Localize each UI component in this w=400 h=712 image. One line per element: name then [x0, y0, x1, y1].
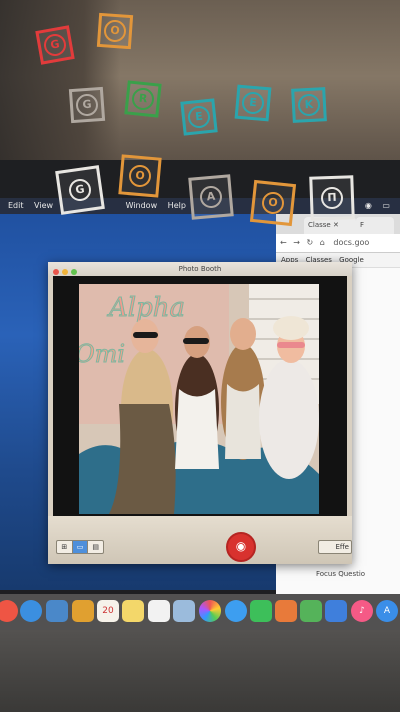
forward-icon[interactable]: →	[293, 238, 300, 247]
letter-text: G	[75, 93, 99, 117]
letter-tile: G	[55, 165, 105, 215]
letter-tile: Π	[309, 175, 355, 221]
letter-tile: O	[118, 154, 162, 198]
group-photo-illustration: Alpha Omi	[79, 284, 319, 514]
menu-window[interactable]: Window	[126, 198, 158, 214]
camera-view: Alpha Omi	[53, 276, 347, 516]
dock: 20 ♪ A	[0, 594, 400, 630]
music-icon[interactable]: ♪	[351, 600, 373, 622]
letter-text: O	[260, 190, 286, 216]
layout-segmented-control: ⊞ ▭ ▤	[56, 540, 104, 554]
menu-help[interactable]: Help	[168, 198, 186, 214]
facetime-icon[interactable]	[250, 600, 272, 622]
minimize-button[interactable]	[62, 269, 68, 275]
browser-address-bar[interactable]: ← → ↻ ⌂ docs.goo	[276, 234, 400, 253]
letter-text: G	[67, 177, 93, 203]
browser-footer-text: Focus Questio	[316, 570, 366, 578]
video-view-icon[interactable]: ▤	[88, 541, 103, 553]
messages-icon[interactable]	[225, 600, 247, 622]
zoom-button[interactable]	[71, 269, 77, 275]
letter-text: Π	[320, 186, 344, 210]
effects-button[interactable]: Effe	[318, 540, 352, 554]
letter-tile: K	[291, 87, 327, 123]
calendar-day: 20	[102, 606, 114, 616]
banner-text-alpha: Alpha	[107, 293, 185, 323]
single-view-icon[interactable]: ▭	[72, 541, 89, 553]
tab-label: Classe	[308, 221, 331, 229]
keynote-icon[interactable]	[325, 600, 347, 622]
letter-tile: G	[68, 86, 106, 124]
address-text: docs.goo	[333, 238, 370, 247]
letter-tile: O	[96, 12, 134, 50]
photo-booth-title: Photo Booth	[178, 265, 222, 273]
letter-tile: O	[249, 179, 297, 227]
chrome-icon[interactable]	[0, 600, 18, 622]
letter-text: E	[186, 104, 212, 130]
contacts-icon[interactable]	[72, 600, 94, 622]
laptop-base	[0, 630, 400, 712]
close-button[interactable]	[53, 269, 59, 275]
letter-text: A	[199, 185, 223, 209]
browser-tab-f[interactable]: F	[356, 217, 394, 234]
camera-icon: ◉	[235, 539, 247, 553]
reminders-icon[interactable]	[148, 600, 170, 622]
photos-icon[interactable]	[199, 600, 221, 622]
scene: Edit View Window Help ◉ ▭ Classe ✕ F ← →…	[0, 0, 400, 712]
photo-booth-toolbar: ⊞ ▭ ▤ ◉ Effe	[48, 516, 352, 564]
notes-icon[interactable]	[122, 600, 144, 622]
maps-icon[interactable]	[173, 600, 195, 622]
photo-booth-window: Photo Booth Alpha Omi ⊞ ▭ ▤ ◉ Effe	[48, 262, 352, 564]
back-icon[interactable]: ←	[280, 238, 287, 247]
pages-icon[interactable]	[275, 600, 297, 622]
numbers-icon[interactable]	[300, 600, 322, 622]
letter-text: R	[130, 86, 156, 112]
menubar-status-icons: ◉ ▭	[364, 201, 394, 210]
safari-icon[interactable]	[20, 600, 42, 622]
photo-booth-titlebar: Photo Booth	[48, 262, 352, 276]
letter-text: O	[103, 19, 127, 43]
letter-text: O	[128, 164, 152, 188]
menu-edit[interactable]: Edit	[8, 198, 24, 214]
letter-tile: E	[180, 98, 218, 136]
mail-icon[interactable]	[46, 600, 68, 622]
letter-tile: E	[234, 84, 272, 122]
menu-view[interactable]: View	[34, 198, 53, 214]
camera-photo: Alpha Omi	[79, 284, 319, 514]
app-store-icon[interactable]: A	[376, 600, 398, 622]
letter-tile: R	[124, 80, 162, 118]
calendar-icon[interactable]: 20	[97, 600, 119, 622]
camera-shutter-button[interactable]: ◉	[226, 532, 256, 562]
letter-tile: A	[188, 174, 234, 220]
tab-label: F	[360, 221, 365, 229]
reload-icon[interactable]: ↻	[307, 238, 314, 247]
home-icon[interactable]: ⌂	[320, 238, 325, 247]
letter-text: K	[297, 93, 321, 117]
grid-view-icon[interactable]: ⊞	[57, 541, 73, 553]
letter-text: E	[241, 91, 265, 115]
banner-text-omi: Omi	[79, 340, 125, 368]
letter-tile: G	[35, 25, 75, 65]
letter-text: G	[42, 32, 68, 58]
